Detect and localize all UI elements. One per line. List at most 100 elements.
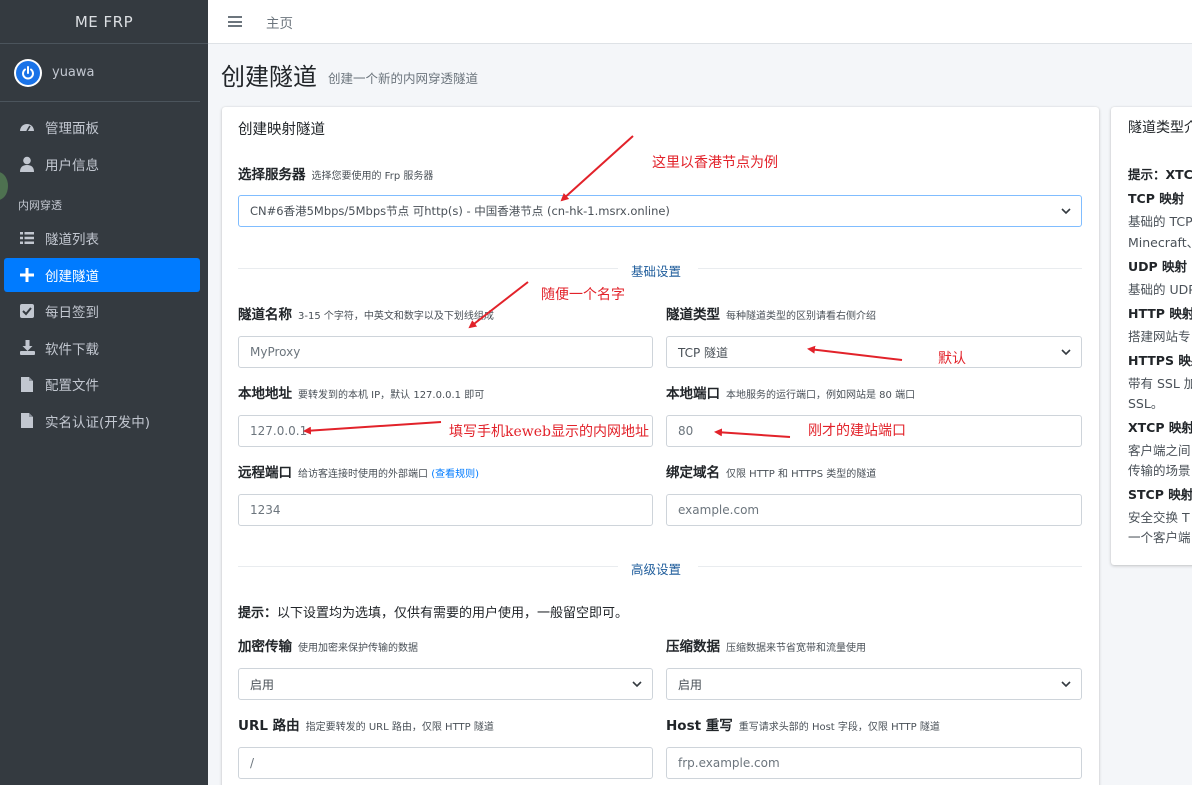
sidebar-item-dashboard[interactable]: 管理面板 xyxy=(4,110,200,144)
divider xyxy=(698,566,1082,567)
info-xtcp-desc: 传输的场景 xyxy=(1128,463,1191,478)
domain-label: 绑定域名 仅限 HTTP 和 HTTPS 类型的隧道 xyxy=(666,465,877,481)
server-hint: 选择您要使用的 Frp 服务器 xyxy=(311,171,434,182)
info-https-desc: 带有 SSL 加 xyxy=(1128,376,1192,391)
tunnel-type-label: 隧道类型 每种隧道类型的区别请看右侧介绍 xyxy=(666,307,876,323)
local-port-label: 本地端口 本地服务的运行端口，例如网站是 80 端口 xyxy=(666,386,916,402)
compress-hint: 压缩数据来节省宽带和流量使用 xyxy=(726,643,866,654)
info-stcp-desc: 一个客户端 xyxy=(1128,530,1191,545)
compress-label: 压缩数据 压缩数据来节省宽带和流量使用 xyxy=(666,639,866,655)
url-route-input[interactable]: / xyxy=(238,747,653,779)
local-address-hint: 要转发到的本机 IP，默认 127.0.0.1 即可 xyxy=(298,390,485,401)
tunnel-type-hint: 每种隧道类型的区别请看右侧介绍 xyxy=(726,311,876,322)
info-http-desc: 搭建网站专 xyxy=(1128,329,1191,344)
remote-port-hint: 给访客连接时使用的外部端口 xyxy=(298,469,428,480)
chevron-down-icon xyxy=(1061,681,1071,688)
annotation-server: 这里以香港节点为例 xyxy=(652,155,778,171)
host-rewrite-hint: 重写请求头部的 Host 字段，仅限 HTTP 隧道 xyxy=(738,722,940,733)
top-navbar: 主页 xyxy=(208,0,1192,44)
page-title: 创建隧道 xyxy=(221,63,317,91)
brand-logo[interactable]: ME FRP xyxy=(0,0,208,44)
annotation-name: 随便一个名字 xyxy=(541,287,625,303)
hamburger-menu-icon[interactable] xyxy=(228,14,242,30)
sidebar-item-label: 实名认证(开发中) xyxy=(45,414,151,431)
annotation-type: 默认 xyxy=(938,351,966,367)
info-tcp-desc: 基础的 TCP xyxy=(1128,214,1192,229)
sidebar-item-label: 隧道列表 xyxy=(45,232,99,248)
file-icon xyxy=(18,375,36,393)
view-rules-link[interactable]: (查看规则) xyxy=(431,469,479,480)
tunnel-name-label: 隧道名称 3-15 个字符，中英文和数字以及下划线组成 xyxy=(238,307,494,323)
card-title: 创建映射隧道 xyxy=(238,122,325,138)
encrypt-hint: 使用加密来保护传输的数据 xyxy=(298,643,418,654)
home-link[interactable]: 主页 xyxy=(266,12,293,32)
divider xyxy=(698,268,1082,269)
checkbox-icon xyxy=(18,302,36,320)
tunnel-type-select[interactable]: TCP 隧道 xyxy=(666,336,1082,368)
info-udp-title: UDP 映射 xyxy=(1128,259,1188,274)
dashboard-icon xyxy=(18,118,36,136)
info-stcp-title: STCP 映射 xyxy=(1128,487,1192,502)
info-https-desc: SSL。 xyxy=(1128,396,1164,411)
info-udp-desc: 基础的 UDP xyxy=(1128,282,1192,297)
remote-port-label: 远程端口 给访客连接时使用的外部端口 (查看规则) xyxy=(238,465,479,481)
user-panel[interactable]: yuawa xyxy=(0,44,200,102)
file-icon xyxy=(18,412,36,430)
server-select[interactable]: CN#6香港5Mbps/5Mbps节点 可http(s) - 中国香港节点 (c… xyxy=(238,195,1082,227)
info-tip: 提示：XTCP xyxy=(1128,167,1192,182)
advanced-settings-heading: 高级设置 xyxy=(631,562,682,577)
sidebar-item-user-info[interactable]: 用户信息 xyxy=(4,147,200,181)
compress-select[interactable]: 启用 xyxy=(666,668,1082,700)
sidebar-nav: 管理面板 用户信息 内网穿透 隧道列表 创建隧道 每日签到 软件下载 配置文件 … xyxy=(0,102,208,438)
tunnel-name-hint: 3-15 个字符，中英文和数字以及下划线组成 xyxy=(298,311,494,322)
user-icon xyxy=(18,155,36,173)
sidebar-item-label: 创建隧道 xyxy=(45,268,99,285)
encrypt-label: 加密传输 使用加密来保护传输的数据 xyxy=(238,639,418,655)
server-label: 选择服务器 选择您要使用的 Frp 服务器 xyxy=(238,167,434,183)
sidebar-item-create-tunnel[interactable]: 创建隧道 xyxy=(4,257,200,292)
encrypt-select[interactable]: 启用 xyxy=(238,668,653,700)
info-https-title: HTTPS 映射 xyxy=(1128,353,1192,368)
url-route-hint: 指定要转发的 URL 路由，仅限 HTTP 隧道 xyxy=(305,722,494,733)
sidebar-item-daily-checkin[interactable]: 每日签到 xyxy=(4,294,200,328)
info-tcp-title: TCP 映射 xyxy=(1128,191,1185,206)
sidebar-item-config-file[interactable]: 配置文件 xyxy=(4,367,200,401)
sidebar-item-real-name-auth[interactable]: 实名认证(开发中) xyxy=(4,404,200,438)
power-icon xyxy=(22,65,34,79)
nav-section-header: 内网穿透 xyxy=(18,199,62,212)
info-http-title: HTTP 映射 xyxy=(1128,306,1192,321)
annotation-local-port: 刚才的建站端口 xyxy=(808,423,906,439)
download-icon xyxy=(18,339,36,357)
avatar xyxy=(14,58,42,87)
remote-port-input[interactable]: 1234 xyxy=(238,494,653,526)
basic-settings-heading: 基础设置 xyxy=(631,264,682,279)
divider xyxy=(238,566,618,567)
sidebar-item-label: 每日签到 xyxy=(45,305,99,321)
domain-input[interactable]: example.com xyxy=(666,494,1082,526)
user-name: yuawa xyxy=(52,65,95,80)
info-xtcp-title: XTCP 映射 xyxy=(1128,420,1192,435)
sidebar-item-label: 软件下载 xyxy=(45,341,99,358)
local-address-label: 本地地址 要转发到的本机 IP，默认 127.0.0.1 即可 xyxy=(238,386,485,402)
host-rewrite-label: Host 重写 重写请求头部的 Host 字段，仅限 HTTP 隧道 xyxy=(666,718,940,734)
host-rewrite-input[interactable]: frp.example.com xyxy=(666,747,1082,779)
sidebar-item-downloads[interactable]: 软件下载 xyxy=(4,331,200,365)
info-xtcp-desc: 客户端之间 xyxy=(1128,443,1191,458)
chevron-down-icon xyxy=(1061,349,1071,356)
sidebar-item-label: 用户信息 xyxy=(45,157,99,174)
sidebar-item-label: 配置文件 xyxy=(45,378,99,394)
tunnel-name-input[interactable]: MyProxy xyxy=(238,336,653,368)
sidebar-item-tunnel-list[interactable]: 隧道列表 xyxy=(4,221,200,255)
plus-icon xyxy=(18,266,36,284)
divider xyxy=(238,268,618,269)
chevron-down-icon xyxy=(632,681,642,688)
info-stcp-desc: 安全交换 T xyxy=(1128,510,1190,525)
page-subtitle: 创建一个新的内网穿透隧道 xyxy=(328,71,479,86)
local-port-hint: 本地服务的运行端口，例如网站是 80 端口 xyxy=(726,390,916,401)
sidebar: ME FRP yuawa 管理面板 用户信息 内网穿透 隧道列表 创建隧道 每日… xyxy=(0,0,208,785)
url-route-label: URL 路由 指定要转发的 URL 路由，仅限 HTTP 隧道 xyxy=(238,718,494,734)
info-card-title: 隧道类型介绍 xyxy=(1128,120,1192,136)
tunnel-type-info-card: 隧道类型介绍 提示：XTCP TCP 映射 基础的 TCP Minecraft、… xyxy=(1111,107,1192,565)
list-icon xyxy=(18,229,36,247)
sidebar-item-label: 管理面板 xyxy=(45,121,99,137)
